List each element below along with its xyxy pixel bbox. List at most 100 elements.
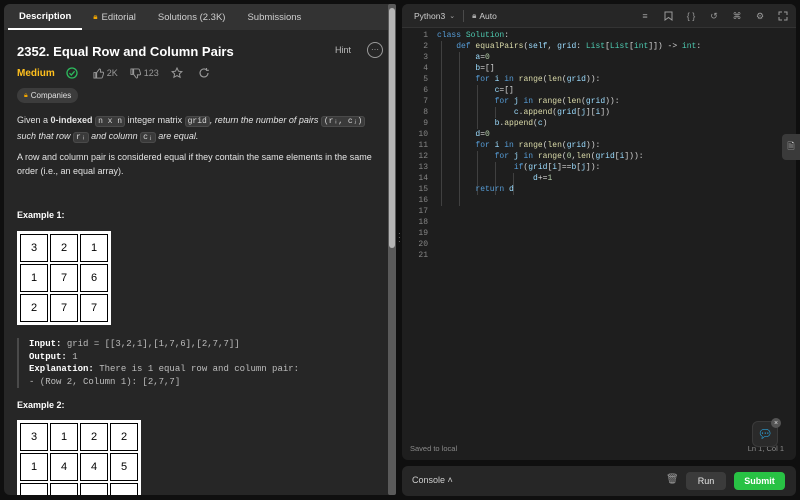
code-line: for i in range(len(grid)): — [475, 141, 601, 150]
example-2-grid-image: 31221445 — [17, 420, 141, 495]
code-line: b.append(c) — [494, 119, 548, 128]
input-label: Input: — [29, 339, 62, 349]
gear-icon[interactable]: ⚙ — [753, 9, 767, 23]
more-options-icon[interactable]: ⋯ — [367, 42, 383, 58]
line-number: 9 — [423, 119, 428, 128]
inline-code: rᵢ — [73, 132, 89, 143]
lock-icon: 🔒︎ — [93, 12, 98, 21]
close-icon[interactable]: × — [771, 418, 781, 428]
problem-statement: Given a 0-indexed n x n integer matrix g… — [17, 113, 372, 145]
problem-scrollbar[interactable] — [388, 4, 396, 495]
input-value: grid = [[3,2,1],[1,7,6],[2,7,7]] — [66, 339, 240, 349]
resize-handle-icon[interactable]: · · · — [398, 230, 401, 246]
star-icon[interactable] — [170, 67, 186, 79]
line-number: 21 — [418, 251, 428, 260]
code-area[interactable]: 1 class Solution: 2 def equalPairs(self, … — [402, 30, 796, 440]
format-icon[interactable]: ≡ — [638, 9, 652, 23]
statement-italic: and column — [88, 131, 141, 141]
difficulty-badge: Medium — [17, 67, 55, 79]
lock-icon: 🔒︎ — [472, 10, 477, 20]
grid-cell: 3 — [20, 423, 48, 451]
tab-description[interactable]: Description — [8, 4, 83, 30]
problem-panel: Description 🔒︎ Editorial Solutions (2.3K)… — [4, 4, 395, 495]
grid-cell: 2 — [20, 294, 48, 322]
companies-tag[interactable]: 🔒︎ Companies — [17, 88, 79, 103]
line-number: 2 — [423, 42, 428, 51]
code-line: def equalPairs(self, grid: List[List[int… — [456, 42, 702, 51]
statement-italic: are equal. — [155, 131, 199, 141]
example-1-grid-image: 321176277 — [17, 231, 111, 325]
line-number: 20 — [418, 240, 428, 249]
like-button[interactable]: 2K — [93, 67, 118, 79]
saved-status: Saved to local — [410, 444, 458, 453]
explanation-value: There is 1 equal row and column pair: — [99, 364, 300, 374]
line-number: 17 — [418, 207, 428, 216]
statement-italic: such that row — [17, 131, 74, 141]
line-number: 10 — [418, 130, 428, 139]
share-icon[interactable] — [198, 67, 213, 79]
submit-button[interactable]: Submit — [734, 472, 785, 490]
fullscreen-icon[interactable] — [776, 9, 790, 23]
header-divider — [463, 9, 465, 22]
code-line: d=0 — [475, 130, 490, 139]
inline-code: (rᵢ, cⱼ) — [320, 116, 366, 127]
tab-editorial[interactable]: 🔒︎ Editorial — [82, 4, 147, 30]
reset-icon[interactable]: ↺ — [707, 9, 721, 23]
grid-cell: 6 — [80, 264, 108, 292]
line-number: 14 — [418, 174, 428, 183]
tab-editorial-label: Editorial — [101, 11, 136, 23]
shortcut-icon[interactable]: ⌘ — [730, 9, 744, 23]
grid-cell — [20, 483, 48, 495]
example-2-title: Example 2: — [17, 400, 65, 410]
line-number: 15 — [418, 185, 428, 194]
code-line: return d — [475, 185, 514, 194]
line-number: 7 — [423, 97, 428, 106]
explanation-label: Explanation: — [29, 364, 94, 374]
grid-cell: 2 — [80, 423, 108, 451]
code-line: a=0 — [475, 53, 490, 62]
trash-icon[interactable]: 🗑︎ — [666, 474, 679, 485]
mode-label: Auto — [479, 10, 497, 21]
companies-label: Companies — [30, 91, 72, 100]
grid-cell: 4 — [80, 453, 108, 481]
inline-code: grid — [184, 116, 210, 127]
grid-cell: 1 — [20, 453, 48, 481]
braces-icon[interactable]: { } — [684, 9, 698, 23]
problem-statement-2: A row and column pair is considered equa… — [17, 152, 372, 176]
console-toggle[interactable]: Console ˄ — [412, 475, 453, 485]
line-number: 6 — [423, 86, 428, 95]
bookmark-icon[interactable] — [661, 9, 675, 23]
grid-cell — [80, 483, 108, 495]
line-number: 5 — [423, 75, 428, 84]
inline-code: n x n — [95, 116, 126, 127]
tab-submissions-label: Submissions — [247, 11, 302, 23]
notes-tab-icon[interactable]: 🗎︎ — [782, 134, 800, 160]
grid-cell: 7 — [80, 294, 108, 322]
problem-tabs: Description 🔒︎ Editorial Solutions (2.3K)… — [4, 4, 395, 30]
tab-submissions[interactable]: Submissions — [236, 4, 312, 30]
language-selector[interactable]: Python3 ⌄ — [414, 11, 455, 21]
example-1-block: Input: grid = [[3,2,1],[1,7,6],[2,7,7]] … — [17, 338, 372, 388]
grid-cell: 5 — [110, 453, 138, 481]
line-number: 3 — [423, 53, 428, 62]
run-button[interactable]: Run — [686, 472, 726, 490]
example-1-title: Example 1: — [17, 210, 65, 220]
chevron-up-icon: ˄ — [447, 475, 453, 485]
title-row: 2352. Equal Row and Column Pairs Hint ⋯ — [17, 42, 383, 60]
auto-mode-toggle[interactable]: 🔒︎ Auto — [472, 11, 497, 21]
console-bar: Console ˄ 🗑︎ Run Submit — [402, 466, 796, 496]
grid-cell: 7 — [50, 264, 78, 292]
thumbs-up-icon — [93, 67, 104, 79]
output-value: 1 — [72, 351, 78, 362]
code-line: c.append(grid[j][i]) — [513, 108, 610, 117]
dislike-button[interactable]: 123 — [130, 67, 159, 79]
statement-text: integer matrix — [125, 115, 185, 125]
tab-solutions[interactable]: Solutions (2.3K) — [147, 4, 237, 30]
dislike-count: 123 — [143, 68, 159, 78]
console-label: Console — [412, 475, 446, 485]
statement-text: Given a — [17, 115, 51, 125]
grid-cell: 1 — [50, 423, 78, 451]
line-number: 8 — [423, 108, 428, 117]
hint-button[interactable]: Hint — [335, 45, 351, 55]
output-label: Output: — [29, 351, 67, 362]
